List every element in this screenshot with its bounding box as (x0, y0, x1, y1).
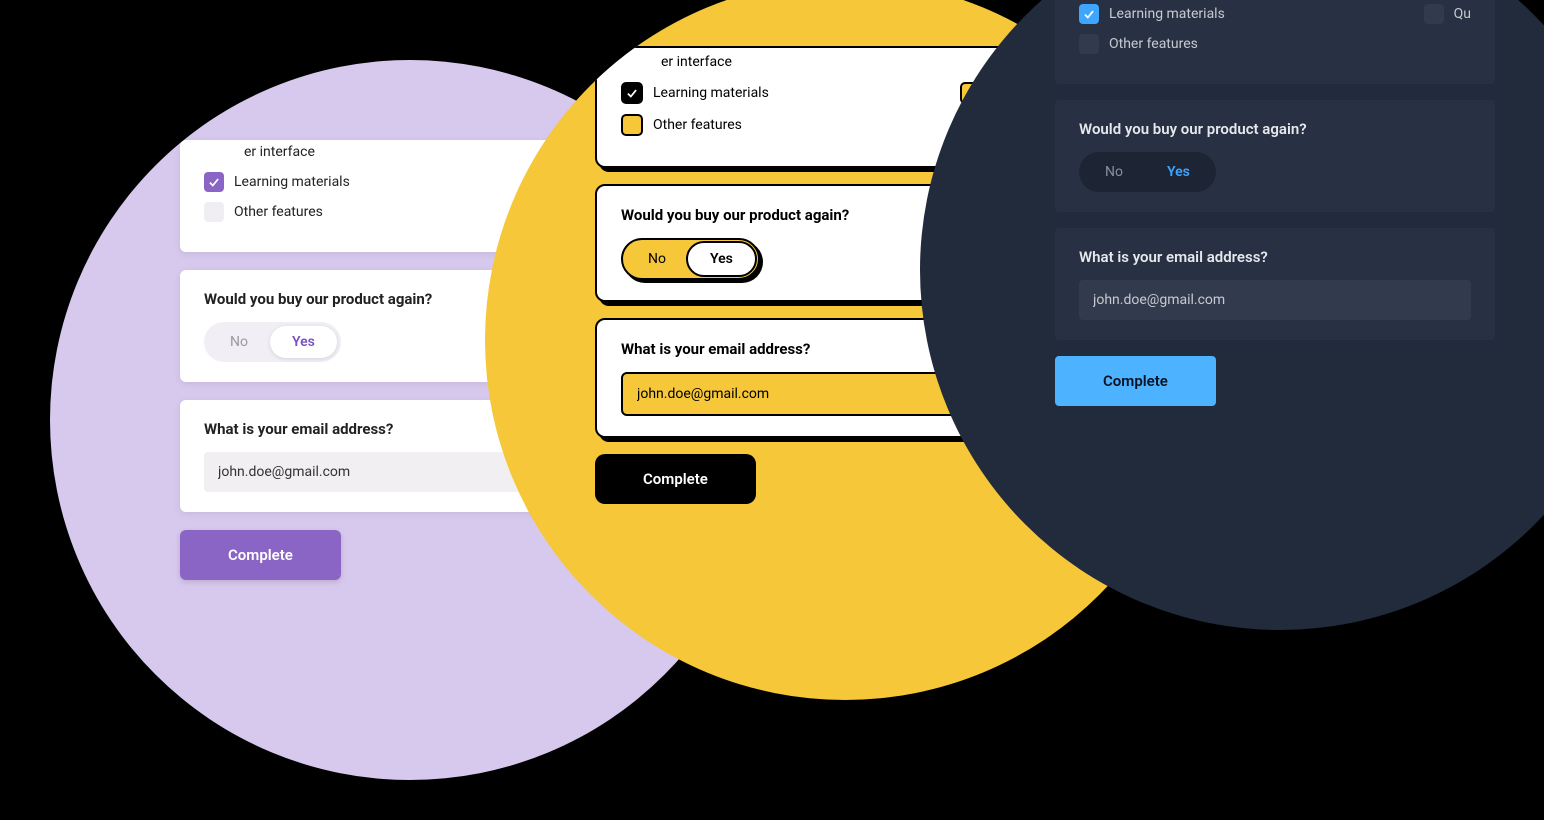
toggle-yes[interactable]: Yes (270, 326, 337, 358)
email-input[interactable] (1079, 280, 1471, 320)
complete-button[interactable]: Complete (180, 530, 341, 580)
label-interface-partial: er interface (244, 144, 315, 160)
question-email: What is your email address? (1079, 248, 1471, 266)
label-learning-materials: Learning materials (234, 174, 350, 190)
label-qu-partial: Qu (1454, 6, 1471, 22)
toggle-buy-again[interactable]: No Yes (1079, 152, 1216, 192)
label-other-features: Other features (234, 204, 323, 220)
checkbox-card: er interface Learning materials Qu Other… (1055, 0, 1495, 84)
toggle-no[interactable]: No (1083, 156, 1145, 188)
toggle-buy-again[interactable]: No Yes (204, 322, 341, 362)
complete-button[interactable]: Complete (1055, 356, 1216, 406)
checkbox-learning-materials[interactable] (204, 172, 224, 192)
toggle-no[interactable]: No (208, 326, 270, 358)
checkbox-qu[interactable] (1424, 4, 1444, 24)
checkbox-other-features[interactable] (621, 114, 643, 136)
email-card: What is your email address? (1055, 228, 1495, 340)
buy-again-card: Would you buy our product again? No Yes (1055, 100, 1495, 212)
toggle-yes[interactable]: Yes (1145, 156, 1212, 188)
toggle-buy-again[interactable]: No Yes (621, 238, 760, 280)
complete-button[interactable]: Complete (595, 454, 756, 504)
checkbox-other-features[interactable] (204, 202, 224, 222)
toggle-no[interactable]: No (626, 243, 688, 275)
checkbox-learning-materials[interactable] (621, 82, 643, 104)
toggle-yes[interactable]: Yes (686, 241, 757, 277)
question-buy-again: Would you buy our product again? (1079, 120, 1471, 138)
checkbox-other-features[interactable] (1079, 34, 1099, 54)
label-other-features: Other features (1109, 36, 1198, 52)
label-other-features: Other features (653, 117, 742, 133)
label-learning-materials: Learning materials (653, 85, 769, 101)
label-interface-partial: er interface (661, 54, 732, 70)
checkbox-learning-materials[interactable] (1079, 4, 1099, 24)
label-learning-materials: Learning materials (1109, 6, 1225, 22)
